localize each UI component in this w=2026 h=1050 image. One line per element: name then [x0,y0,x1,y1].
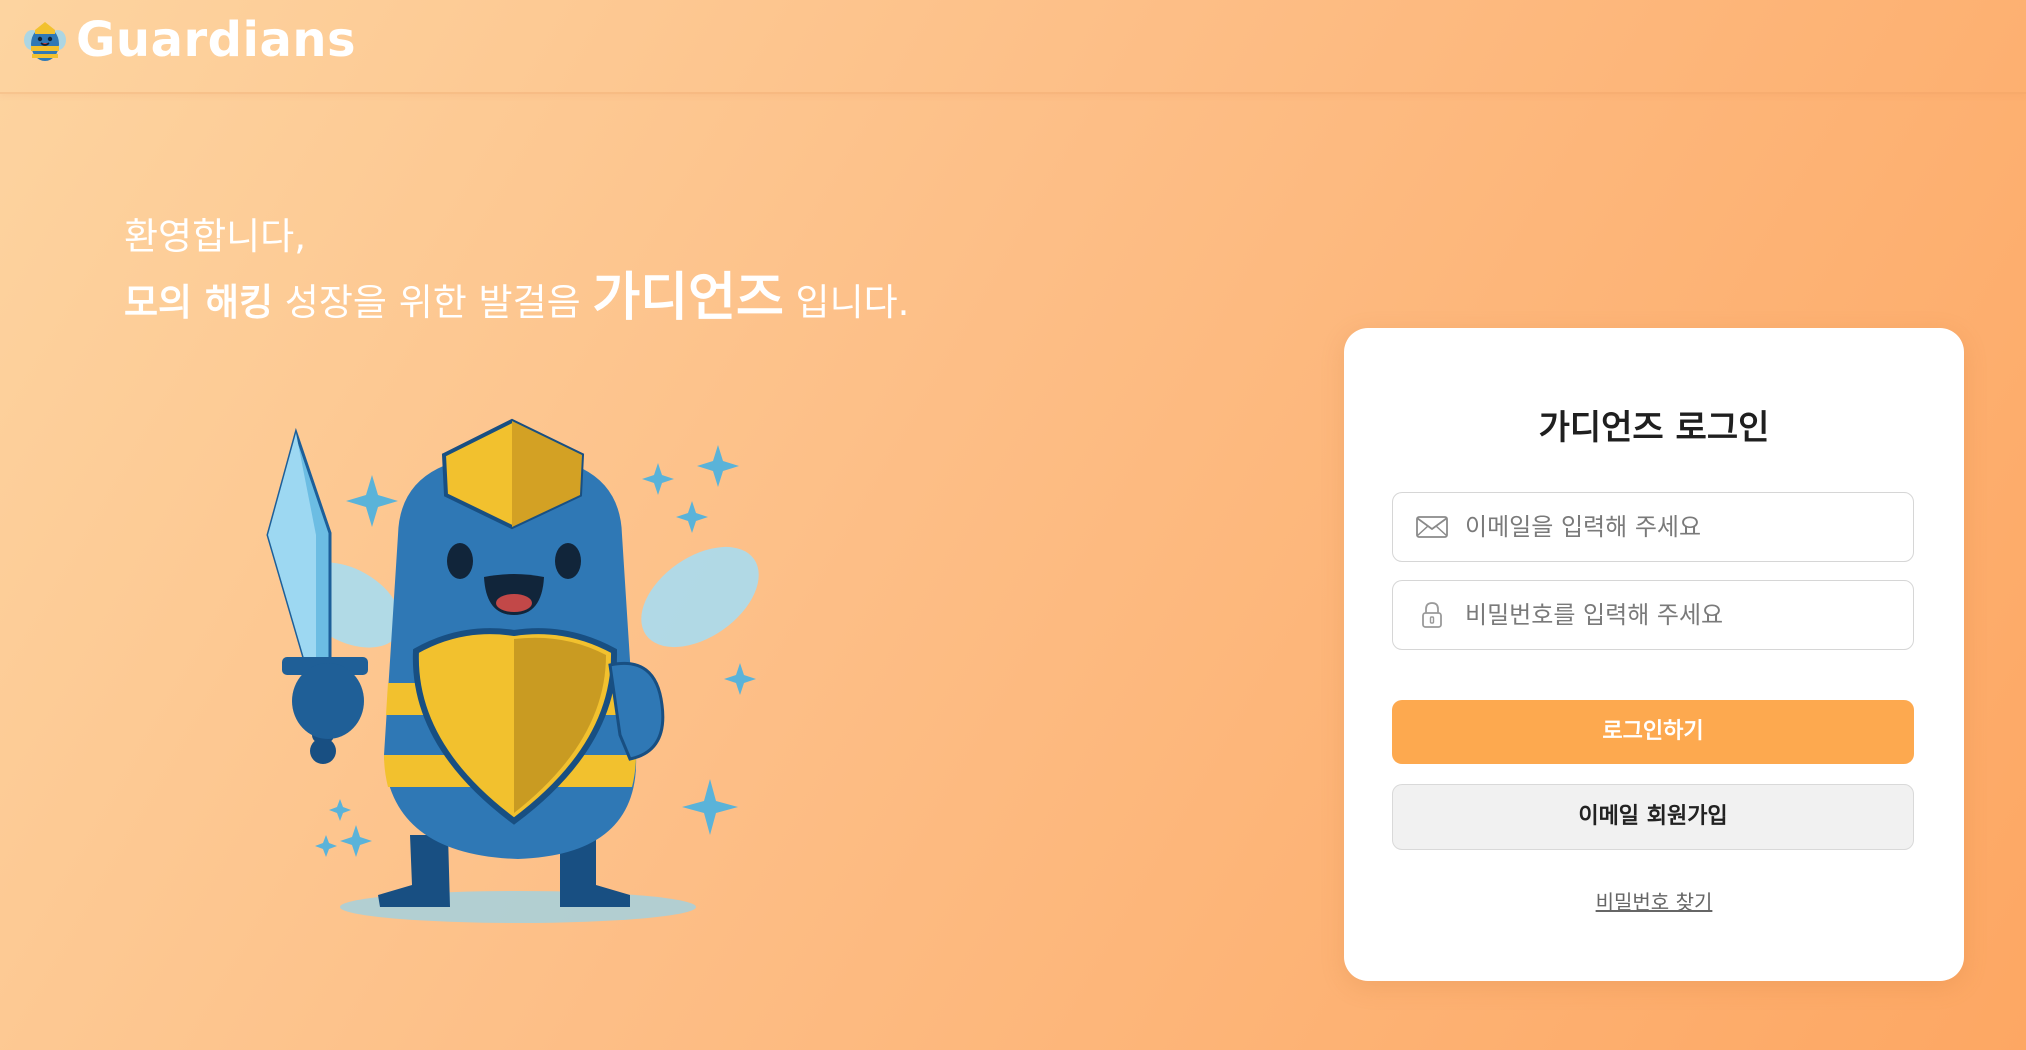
login-card: 가디언즈 로그인 로그인하기 이메일 회원가입 비밀번호 찾기 [1344,328,1964,981]
email-signup-button[interactable]: 이메일 회원가입 [1392,784,1914,850]
email-field[interactable] [1392,492,1914,562]
brand-name: Guardians [76,12,357,68]
password-field[interactable] [1392,580,1914,650]
welcome-message: 환영합니다, 모의 해킹 성장을 위한 발걸음 가디언즈 입니다. [124,212,909,333]
tagline-end: 입니다. [783,281,910,324]
tagline-brand: 가디언즈 [592,268,784,328]
brand-home-link[interactable]: Guardians [22,12,356,68]
lock-icon [1415,598,1449,632]
tagline-highlight: 모의 해킹 [124,281,274,324]
find-password-link[interactable]: 비밀번호 찾기 [1344,886,1964,915]
welcome-tagline: 모의 해킹 성장을 위한 발걸음 가디언즈 입니다. [124,268,909,333]
login-title: 가디언즈 로그인 [1538,408,1770,448]
login-button[interactable]: 로그인하기 [1392,700,1914,764]
bee-knight-mascot-illustration [266,418,759,923]
envelope-icon [1415,510,1449,544]
password-input[interactable] [1463,600,1913,630]
top-bar: Guardians [0,0,2026,94]
bee-logo-icon [24,22,66,61]
email-input[interactable] [1463,512,1913,542]
welcome-greeting: 환영합니다, [124,215,306,258]
tagline-text: 성장을 위한 발걸음 [273,281,593,324]
